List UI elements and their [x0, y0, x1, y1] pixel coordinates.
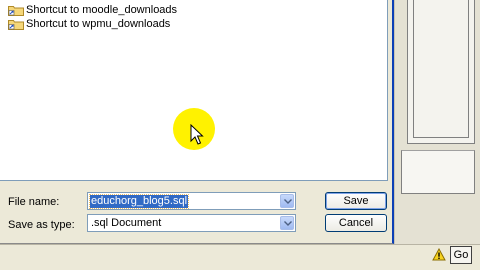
- list-item-label: Shortcut to wpmu_downloads: [26, 18, 171, 30]
- background-panel-inner: [413, 0, 469, 138]
- mouse-cursor-icon: [190, 124, 204, 145]
- folder-shortcut-icon: [8, 20, 24, 30]
- file-name-value[interactable]: educhorg_blog5.sql: [88, 194, 190, 209]
- chevron-down-icon: [284, 221, 292, 226]
- chevron-down-icon: [284, 199, 292, 204]
- file-list[interactable]: Shortcut to moodle_downloads Shortcut to…: [0, 0, 388, 181]
- list-item-label: Shortcut to moodle_downloads: [26, 4, 178, 16]
- save-as-type-dropdown-button[interactable]: [280, 216, 294, 230]
- status-bar: [0, 244, 480, 270]
- save-as-type-select[interactable]: .sql Document: [87, 214, 296, 232]
- list-item[interactable]: Shortcut to moodle_downloads: [8, 3, 177, 17]
- save-as-type-label: Save as type:: [8, 219, 75, 231]
- file-name-label: File name:: [8, 196, 60, 208]
- save-button[interactable]: Save: [325, 192, 387, 210]
- file-name-field[interactable]: educhorg_blog5.sql: [87, 192, 296, 210]
- background-panel-lower: [401, 150, 475, 194]
- warning-icon[interactable]: [432, 248, 446, 262]
- folder-shortcut-icon: [8, 6, 24, 16]
- list-item[interactable]: Shortcut to wpmu_downloads: [8, 17, 170, 31]
- cancel-button[interactable]: Cancel: [325, 214, 387, 232]
- background-window: [394, 0, 480, 244]
- save-as-type-value: .sql Document: [91, 217, 162, 229]
- file-name-dropdown-button[interactable]: [280, 194, 294, 208]
- save-as-dialog: Shortcut to moodle_downloads Shortcut to…: [0, 0, 394, 244]
- go-button[interactable]: Go: [450, 246, 472, 264]
